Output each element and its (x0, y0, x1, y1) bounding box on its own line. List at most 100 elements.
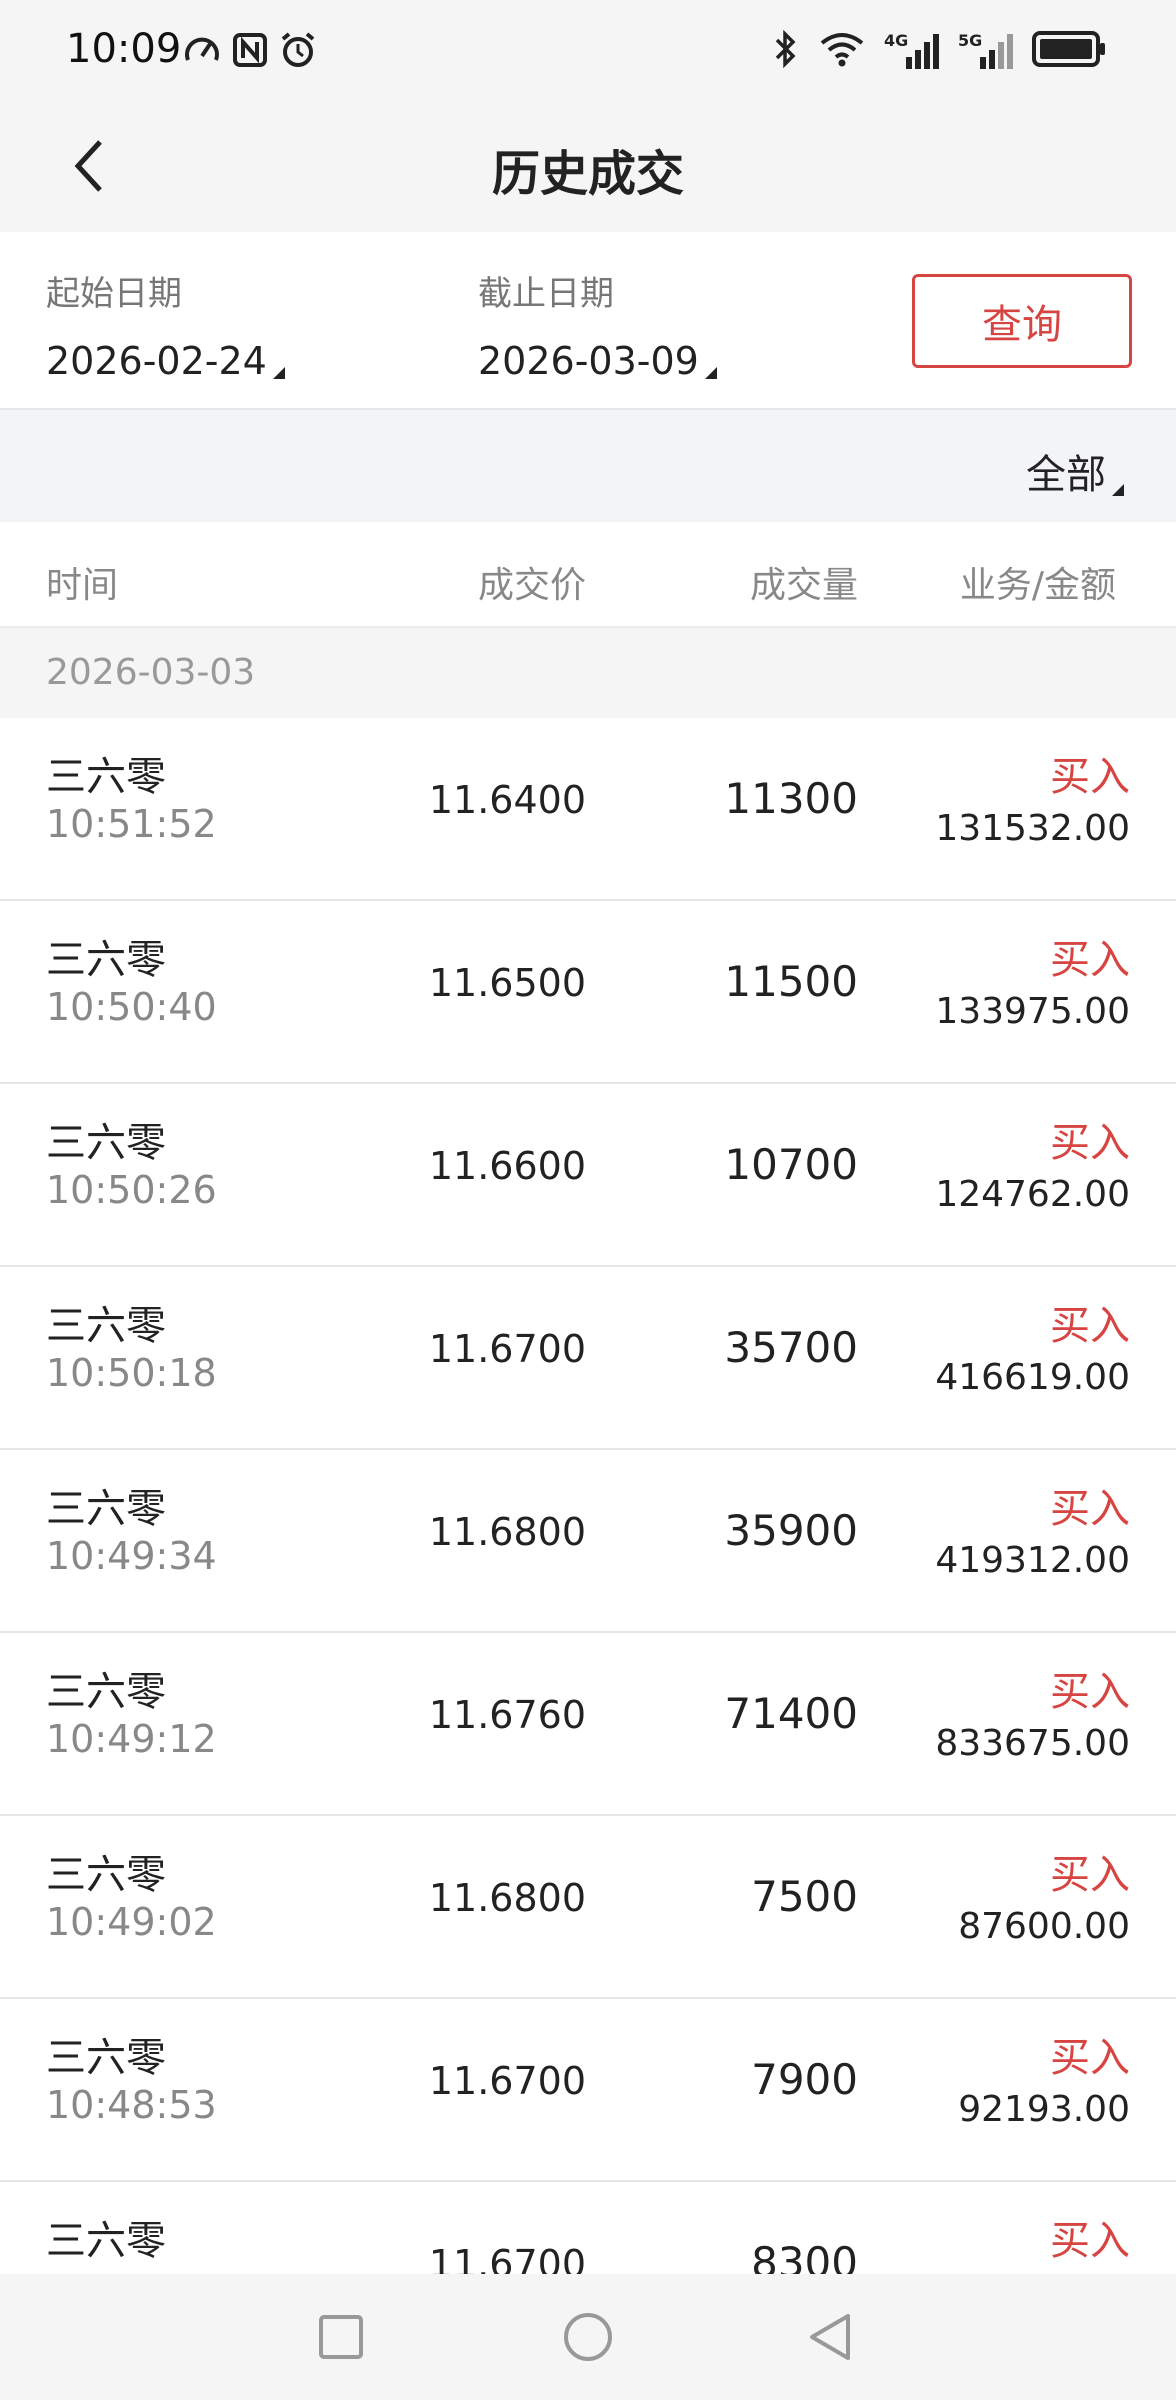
trade-volume: 11500 (724, 957, 858, 1006)
header-volume: 成交量 (749, 565, 858, 606)
dropdown-corner-icon (704, 367, 717, 379)
trade-volume: 7500 (751, 1872, 858, 1921)
trade-business: 买入 (1050, 1669, 1130, 1715)
signal-5g-icon: 5G (958, 31, 1014, 71)
page-title: 历史成交 (491, 146, 684, 202)
trade-volume: 8300 (751, 2238, 858, 2274)
stock-name: 三六零 (46, 1120, 166, 1166)
end-date-picker[interactable]: 截止日期 2026-03-09 (478, 266, 717, 383)
trade-business: 买入 (1050, 754, 1130, 800)
alarm-icon (278, 30, 318, 74)
trade-volume: 35900 (724, 1506, 858, 1555)
trade-business: 买入 (1050, 1486, 1130, 1532)
stock-name: 三六零 (46, 1303, 166, 1349)
trade-business: 买入 (1050, 1120, 1130, 1166)
system-nav-bar (0, 2274, 1176, 2400)
trade-volume: 71400 (724, 1689, 858, 1738)
status-left-icons (182, 30, 318, 74)
header-time: 时间 (46, 565, 119, 606)
system-back-button[interactable] (796, 2304, 866, 2374)
start-date-label: 起始日期 (46, 274, 182, 314)
battery-icon (1032, 29, 1106, 73)
trade-business: 买入 (1050, 1303, 1130, 1349)
home-button[interactable] (553, 2304, 623, 2374)
stock-name: 三六零 (46, 937, 166, 983)
trade-price: 11.6700 (428, 2242, 586, 2274)
query-button[interactable]: 查询 (912, 274, 1132, 368)
group-date: 2026-03-03 (46, 652, 256, 693)
speedometer-icon (182, 30, 222, 74)
table-row[interactable]: 三六零 10:50:40 11.6500 11500 买入 133975.00 (0, 901, 1176, 1084)
trade-business: 买入 (1050, 1852, 1130, 1898)
business-filter-select[interactable]: 全部 (1026, 442, 1124, 500)
trade-volume: 35700 (724, 1323, 858, 1372)
table-row[interactable]: 三六零 11.6700 8300 买入 (0, 2182, 1176, 2274)
trade-price: 11.6700 (428, 2059, 586, 2103)
trade-time: 10:50:26 (46, 1168, 217, 1212)
bluetooth-icon (770, 28, 800, 74)
trade-amount: 87600.00 (958, 1906, 1130, 1947)
date-group-header: 2026-03-03 (0, 628, 1176, 718)
table-row[interactable]: 三六零 10:49:12 11.6760 71400 买入 833675.00 (0, 1633, 1176, 1816)
home-icon (561, 2310, 615, 2368)
trade-time: 10:50:40 (46, 985, 217, 1029)
end-date-label: 截止日期 (478, 274, 614, 314)
trade-amount: 131532.00 (935, 808, 1130, 849)
table-row[interactable]: 三六零 10:50:26 11.6600 10700 买入 124762.00 (0, 1084, 1176, 1267)
stock-name: 三六零 (46, 1486, 166, 1532)
trade-list[interactable]: 三六零 10:51:52 11.6400 11300 买入 131532.00 … (0, 718, 1176, 2274)
stock-name: 三六零 (46, 1669, 166, 1715)
dropdown-corner-icon (272, 367, 285, 379)
recent-apps-icon (316, 2312, 366, 2366)
date-filter-panel: 起始日期 2026-02-24 截止日期 2026-03-09 查询 (0, 232, 1176, 410)
trade-business: 买入 (1050, 2035, 1130, 2081)
table-row[interactable]: 三六零 10:51:52 11.6400 11300 买入 131532.00 (0, 718, 1176, 901)
trade-business: 买入 (1050, 937, 1130, 983)
trade-volume: 7900 (751, 2055, 858, 2104)
nav-bar: 历史成交 (0, 100, 1176, 232)
trade-time: 10:49:34 (46, 1534, 217, 1578)
table-row[interactable]: 三六零 10:49:02 11.6800 7500 买入 87600.00 (0, 1816, 1176, 1999)
start-date-picker[interactable]: 起始日期 2026-02-24 (46, 266, 285, 383)
trade-time: 10:49:02 (46, 1900, 217, 1944)
trade-business: 买入 (1050, 2218, 1130, 2264)
start-date-value[interactable]: 2026-02-24 (46, 339, 285, 383)
recent-apps-button[interactable] (306, 2304, 376, 2374)
status-bar: 10:09 4G 5G (0, 0, 1176, 100)
status-time: 10:09 (66, 26, 182, 72)
trade-price: 11.6800 (428, 1510, 586, 1554)
trade-time: 10:50:18 (46, 1351, 217, 1395)
dropdown-corner-icon (1112, 484, 1124, 496)
signal-4g-icon: 4G (884, 31, 940, 71)
trade-amount: 416619.00 (935, 1357, 1130, 1398)
trade-price: 11.6400 (428, 778, 586, 822)
back-icon (804, 2310, 858, 2368)
trade-amount: 419312.00 (935, 1540, 1130, 1581)
trade-volume: 11300 (724, 774, 858, 823)
wifi-icon (818, 29, 866, 73)
filter-bar: 全部 (0, 410, 1176, 522)
end-date-value[interactable]: 2026-03-09 (478, 339, 717, 383)
trade-price: 11.6760 (428, 1693, 586, 1737)
trade-time: 10:51:52 (46, 802, 217, 846)
stock-name: 三六零 (46, 1852, 166, 1898)
trade-time: 10:49:12 (46, 1717, 217, 1761)
status-right-icons: 4G 5G (770, 28, 1106, 74)
trade-amount: 833675.00 (935, 1723, 1130, 1764)
stock-name: 三六零 (46, 2035, 166, 2081)
trade-amount: 133975.00 (935, 991, 1130, 1032)
stock-name: 三六零 (46, 2218, 166, 2264)
table-row[interactable]: 三六零 10:50:18 11.6700 35700 买入 416619.00 (0, 1267, 1176, 1450)
stock-name: 三六零 (46, 754, 166, 800)
trade-price: 11.6500 (428, 961, 586, 1005)
header-price: 成交价 (477, 565, 586, 606)
table-row[interactable]: 三六零 10:49:34 11.6800 35900 买入 419312.00 (0, 1450, 1176, 1633)
nfc-icon (230, 30, 270, 74)
trade-volume: 10700 (724, 1140, 858, 1189)
trade-time: 10:48:53 (46, 2083, 217, 2127)
trade-amount: 92193.00 (958, 2089, 1130, 2130)
trade-price: 11.6800 (428, 1876, 586, 1920)
table-header: 时间 成交价 成交量 业务/金额 (0, 522, 1176, 628)
table-row[interactable]: 三六零 10:48:53 11.6700 7900 买入 92193.00 (0, 1999, 1176, 2182)
trade-amount: 124762.00 (935, 1174, 1130, 1215)
